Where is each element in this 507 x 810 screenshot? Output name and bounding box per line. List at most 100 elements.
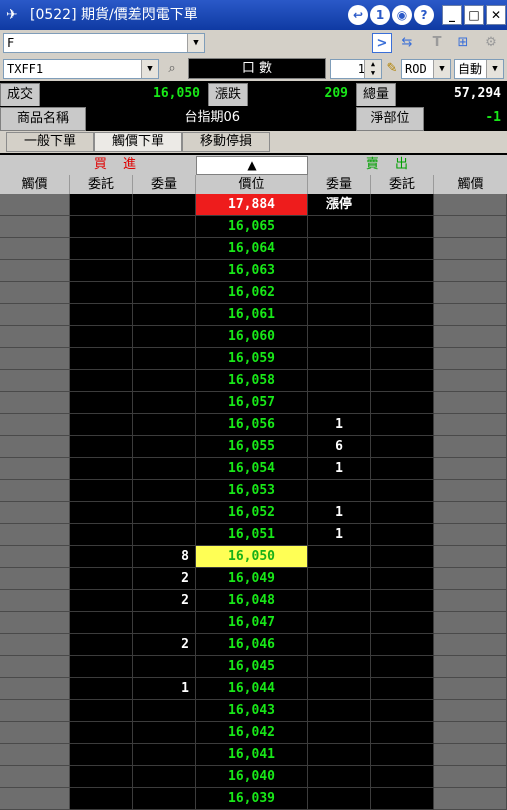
sell-trigger-cell[interactable]	[434, 458, 507, 480]
price-cell[interactable]: 16,040	[196, 766, 308, 788]
price-cell[interactable]: 16,047	[196, 612, 308, 634]
buy-trigger-cell[interactable]	[0, 502, 70, 524]
buy-order-cell[interactable]	[70, 260, 133, 282]
buy-trigger-cell[interactable]	[0, 788, 70, 810]
layout-icon[interactable]: ⊞	[453, 33, 473, 53]
buy-order-cell[interactable]	[70, 436, 133, 458]
sell-order-cell[interactable]	[371, 216, 434, 238]
buy-order-cell[interactable]	[70, 524, 133, 546]
sell-order-cell[interactable]	[371, 326, 434, 348]
buy-trigger-cell[interactable]	[0, 458, 70, 480]
price-cell[interactable]: 16,059	[196, 348, 308, 370]
sell-order-cell[interactable]	[371, 502, 434, 524]
scroll-up-button[interactable]: ▲	[196, 156, 308, 175]
qty-stepper[interactable]: ▲ ▼	[364, 60, 381, 78]
price-cell[interactable]: 16,056	[196, 414, 308, 436]
buy-trigger-cell[interactable]	[0, 480, 70, 502]
price-cell[interactable]: 16,052	[196, 502, 308, 524]
chevron-down-icon[interactable]: ▼	[187, 34, 204, 52]
sell-trigger-cell[interactable]	[434, 282, 507, 304]
sell-trigger-cell[interactable]	[434, 568, 507, 590]
price-cell[interactable]: 16,062	[196, 282, 308, 304]
sell-order-cell[interactable]	[371, 590, 434, 612]
price-cell[interactable]: 16,060	[196, 326, 308, 348]
price-cell[interactable]: 16,045	[196, 656, 308, 678]
sell-trigger-cell[interactable]	[434, 524, 507, 546]
buy-order-cell[interactable]	[70, 612, 133, 634]
buy-trigger-cell[interactable]	[0, 524, 70, 546]
refresh-icon[interactable]: ⇆	[397, 33, 417, 53]
chevron-down-icon[interactable]: ▼	[433, 60, 450, 78]
sell-order-cell[interactable]	[371, 766, 434, 788]
sell-trigger-cell[interactable]	[434, 348, 507, 370]
buy-order-cell[interactable]	[70, 700, 133, 722]
buy-trigger-cell[interactable]	[0, 744, 70, 766]
chevron-down-icon[interactable]: ▼	[486, 60, 503, 78]
buy-order-cell[interactable]	[70, 722, 133, 744]
text-icon[interactable]: T	[427, 33, 447, 53]
sell-order-cell[interactable]	[371, 260, 434, 282]
price-cell[interactable]: 16,058	[196, 370, 308, 392]
buy-order-cell[interactable]	[70, 502, 133, 524]
maximize-icon[interactable]: □	[464, 5, 484, 25]
price-cell[interactable]: 16,057	[196, 392, 308, 414]
buy-order-cell[interactable]	[70, 480, 133, 502]
search-icon[interactable]: ⌕	[162, 59, 182, 79]
price-cell[interactable]: 16,065	[196, 216, 308, 238]
buy-order-cell[interactable]	[70, 304, 133, 326]
buy-trigger-cell[interactable]	[0, 370, 70, 392]
sell-order-cell[interactable]	[371, 524, 434, 546]
price-cell[interactable]: 16,039	[196, 788, 308, 810]
buy-trigger-cell[interactable]	[0, 282, 70, 304]
sell-trigger-cell[interactable]	[434, 546, 507, 568]
buy-order-cell[interactable]	[70, 194, 133, 216]
buy-trigger-cell[interactable]	[0, 590, 70, 612]
sell-trigger-cell[interactable]	[434, 788, 507, 810]
settings-icon[interactable]: ◉	[392, 5, 412, 25]
sell-order-cell[interactable]	[371, 722, 434, 744]
price-cell[interactable]: 16,051	[196, 524, 308, 546]
buy-order-cell[interactable]	[70, 216, 133, 238]
sell-order-cell[interactable]	[371, 348, 434, 370]
sell-trigger-cell[interactable]	[434, 656, 507, 678]
buy-order-cell[interactable]	[70, 326, 133, 348]
buy-trigger-cell[interactable]	[0, 612, 70, 634]
price-cell[interactable]: 16,046	[196, 634, 308, 656]
buy-order-cell[interactable]	[70, 458, 133, 480]
sell-trigger-cell[interactable]	[434, 612, 507, 634]
sell-trigger-cell[interactable]	[434, 326, 507, 348]
account-select[interactable]: F ▼	[3, 33, 205, 53]
close-icon[interactable]: ✕	[486, 5, 506, 25]
buy-order-cell[interactable]	[70, 634, 133, 656]
price-cell[interactable]: 16,063	[196, 260, 308, 282]
buy-order-cell[interactable]	[70, 546, 133, 568]
help-icon[interactable]: ?	[414, 5, 434, 25]
sell-trigger-cell[interactable]	[434, 260, 507, 282]
sell-order-cell[interactable]	[371, 282, 434, 304]
sell-trigger-cell[interactable]	[434, 370, 507, 392]
symbol-select[interactable]: TXFF1 ▼	[3, 59, 159, 79]
buy-order-cell[interactable]	[70, 656, 133, 678]
sell-trigger-cell[interactable]	[434, 414, 507, 436]
buy-trigger-cell[interactable]	[0, 260, 70, 282]
sell-order-cell[interactable]	[371, 700, 434, 722]
tab-normal-order[interactable]: 一般下單	[6, 132, 94, 152]
buy-order-cell[interactable]	[70, 348, 133, 370]
price-cell[interactable]: 16,050	[196, 546, 308, 568]
sell-trigger-cell[interactable]	[434, 590, 507, 612]
sell-order-cell[interactable]	[371, 546, 434, 568]
buy-trigger-cell[interactable]	[0, 326, 70, 348]
buy-trigger-cell[interactable]	[0, 546, 70, 568]
sell-trigger-cell[interactable]	[434, 766, 507, 788]
sell-order-cell[interactable]	[371, 568, 434, 590]
link-icon[interactable]: ↩	[348, 5, 368, 25]
price-cell[interactable]: 16,064	[196, 238, 308, 260]
price-cell[interactable]: 16,048	[196, 590, 308, 612]
sell-trigger-cell[interactable]	[434, 722, 507, 744]
pencil-icon[interactable]: ✎	[382, 59, 402, 79]
buy-order-cell[interactable]	[70, 590, 133, 612]
sell-order-cell[interactable]	[371, 480, 434, 502]
buy-trigger-cell[interactable]	[0, 304, 70, 326]
group-number-button[interactable]: 1	[370, 5, 390, 25]
arrow-right-icon[interactable]: >	[372, 33, 392, 53]
